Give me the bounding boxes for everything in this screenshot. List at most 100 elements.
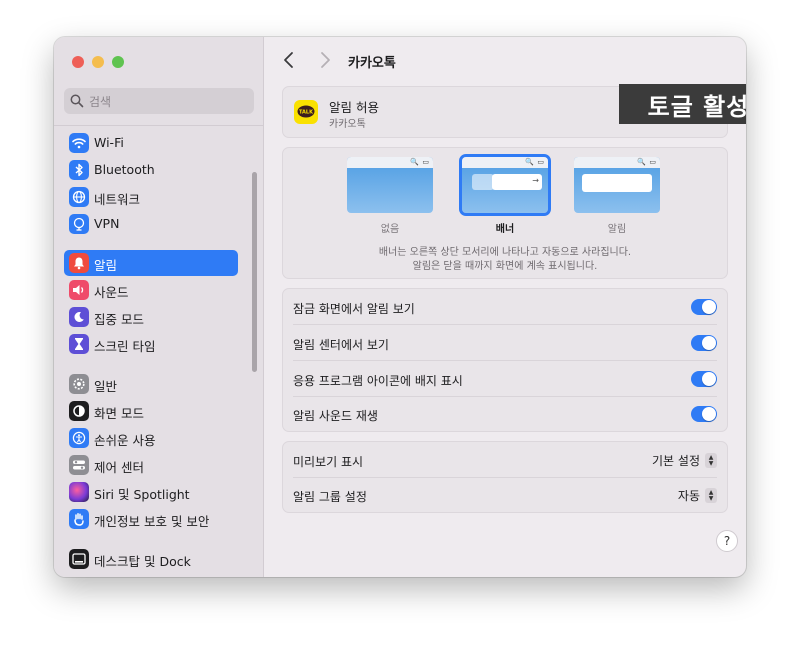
sidebar-divider (54, 125, 263, 126)
siri-icon (69, 482, 89, 502)
sidebar-item-accessibility[interactable]: 손쉬운 사용 (64, 425, 238, 451)
style-option-label: 없음 (380, 224, 400, 235)
sidebar-item-screen-time[interactable]: 스크린 타임 (64, 331, 238, 357)
annotation-label: 토글 활성화 (619, 84, 746, 124)
search-input[interactable]: 검색 (64, 88, 254, 114)
appearance-icon (69, 401, 89, 421)
sidebar-item-siri-spotlight[interactable]: Siri 및 Spotlight (64, 479, 238, 505)
toggle-knob (702, 372, 716, 386)
toggle-row-label: 잠금 화면에서 알림 보기 (293, 302, 415, 316)
notification-toggles-card: 잠금 화면에서 알림 보기 알림 센터에서 보기 응용 프로그램 아이콘에 배지… (282, 288, 728, 432)
svg-text:TALK: TALK (299, 109, 314, 115)
sidebar-item-appearance[interactable]: 화면 모드 (64, 398, 238, 424)
forward-chevron-icon[interactable] (318, 50, 332, 74)
kakaotalk-app-icon: TALK (294, 100, 318, 124)
popup-value: 기본 설정 (652, 454, 700, 468)
sidebar-item-bluetooth[interactable]: Bluetooth (64, 157, 238, 183)
preview-grouping-card: 미리보기 표시 기본 설정 ▲ ▼ 알림 그룹 설정 자동 ▲ ▼ (282, 441, 728, 513)
sidebar-item-label: 집중 모드 (94, 312, 144, 327)
popup-value: 자동 (677, 489, 700, 503)
gear-icon (69, 374, 89, 394)
notification-grouping-popup[interactable]: 자동 ▲ ▼ (678, 487, 717, 504)
sidebar-item-desktop-dock[interactable]: 데스크탑 및 Dock (64, 546, 238, 572)
moon-icon (69, 307, 89, 327)
sidebar-item-label: Siri 및 Spotlight (94, 487, 190, 502)
popup-row-label: 미리보기 표시 (293, 455, 364, 469)
toggle-row-label: 알림 센터에서 보기 (293, 338, 389, 352)
style-option-banner[interactable]: 🔍 ▭ → (459, 154, 551, 216)
sidebar-item-label: 화면 모드 (94, 406, 144, 421)
sidebar-item-label: Wi-Fi (94, 135, 124, 150)
toggle-row-notification-center: 알림 센터에서 보기 (283, 325, 727, 360)
back-chevron-icon[interactable] (282, 50, 296, 74)
sidebar-item-general[interactable]: 일반 (64, 371, 238, 397)
notification-style-card: 🔍 ▭ 🔍 ▭ → 🔍 ▭ 없음 배너 알림 배너는 오른쪽 상단 모서리에 나타나고 (282, 147, 728, 279)
toggle-row-badge: 응용 프로그램 아이콘에 배지 표시 (283, 361, 727, 396)
style-option-alert[interactable]: 🔍 ▭ (574, 157, 660, 213)
bell-icon (69, 253, 89, 273)
toggle-row-lock-screen: 잠금 화면에서 알림 보기 (283, 289, 727, 324)
hourglass-icon (69, 334, 89, 354)
page-title: 카카오톡 (348, 56, 396, 71)
speaker-icon (69, 280, 89, 300)
toggle-row-label: 응용 프로그램 아이콘에 배지 표시 (293, 374, 463, 388)
sidebar-item-label: 데스크탑 및 Dock (94, 554, 191, 569)
dock-icon (69, 549, 89, 569)
sidebar-item-label: 개인정보 보호 및 보안 (94, 514, 210, 529)
style-description-line2: 알림은 닫을 때까지 화면에 계속 표시됩니다. (412, 261, 598, 272)
lock-screen-toggle[interactable] (691, 299, 717, 315)
sidebar: 검색 Wi-Fi Bluetooth 네트워크 VPN 알림 사운드 집중 모드… (54, 37, 264, 577)
sidebar-item-label: Bluetooth (94, 162, 155, 177)
close-window-button[interactable] (72, 56, 84, 68)
minimize-window-button[interactable] (92, 56, 104, 68)
sidebar-scrollbar[interactable] (252, 172, 257, 372)
style-option-label: 배너 (495, 224, 515, 235)
sidebar-item-privacy[interactable]: 개인정보 보호 및 보안 (64, 506, 238, 532)
control-center-icon (69, 455, 89, 475)
vpn-globe-icon (69, 214, 89, 234)
sidebar-item-sound[interactable]: 사운드 (64, 277, 238, 303)
updown-chevron-icon: ▲ ▼ (705, 453, 717, 468)
bluetooth-icon (69, 160, 89, 180)
search-placeholder: 검색 (89, 95, 112, 109)
popup-row-grouping: 알림 그룹 설정 자동 ▲ ▼ (283, 477, 727, 512)
accessibility-icon (69, 428, 89, 448)
toggle-knob (702, 336, 716, 350)
main-pane: 카카오톡 TALK 알림 허용 카카오톡 토글 활성화 🔍▭ (264, 37, 746, 577)
help-button[interactable]: ? (716, 530, 738, 552)
popup-row-preview: 미리보기 표시 기본 설정 ▲ ▼ (283, 442, 727, 477)
sidebar-item-label: 네트워크 (94, 192, 141, 207)
popup-row-label: 알림 그룹 설정 (293, 490, 367, 504)
style-thumbnail: 🔍 ▭ (347, 157, 433, 213)
toggle-knob (702, 300, 716, 314)
sidebar-item-network[interactable]: 네트워크 (64, 184, 238, 210)
style-thumbnail: 🔍 ▭ (574, 157, 660, 213)
sidebar-item-label: 스크린 타임 (94, 339, 156, 354)
updown-chevron-icon: ▲ ▼ (705, 488, 717, 503)
style-description-line1: 배너는 오른쪽 상단 모서리에 나타나고 자동으로 사라집니다. (378, 247, 632, 258)
sidebar-item-wifi[interactable]: Wi-Fi (64, 130, 238, 156)
sidebar-item-focus[interactable]: 집중 모드 (64, 304, 238, 330)
toggle-row-label: 알림 사운드 재생 (293, 409, 378, 423)
hand-icon (69, 509, 89, 529)
wifi-icon (69, 133, 89, 153)
badge-app-icon-toggle[interactable] (691, 371, 717, 387)
sidebar-item-label: 알림 (94, 258, 118, 273)
settings-window: 검색 Wi-Fi Bluetooth 네트워크 VPN 알림 사운드 집중 모드… (54, 37, 746, 577)
sidebar-item-notifications[interactable]: 알림 (64, 250, 238, 276)
show-preview-popup[interactable]: 기본 설정 ▲ ▼ (652, 452, 717, 469)
globe-icon (69, 187, 89, 207)
search-icon (70, 93, 84, 112)
play-sound-toggle[interactable] (691, 406, 717, 422)
style-option-none[interactable]: 🔍 ▭ (347, 157, 433, 213)
sidebar-item-label: VPN (94, 216, 120, 231)
sidebar-item-label: 손쉬운 사용 (94, 433, 156, 448)
sidebar-item-label: 제어 센터 (94, 460, 144, 475)
sidebar-item-control-center[interactable]: 제어 센터 (64, 452, 238, 478)
toggle-row-sound: 알림 사운드 재생 (283, 396, 727, 431)
sidebar-item-vpn[interactable]: VPN (64, 211, 238, 237)
notification-center-toggle[interactable] (691, 335, 717, 351)
zoom-window-button[interactable] (112, 56, 124, 68)
sidebar-item-label: 일반 (94, 379, 118, 394)
style-thumbnail: 🔍 ▭ → (459, 154, 551, 216)
